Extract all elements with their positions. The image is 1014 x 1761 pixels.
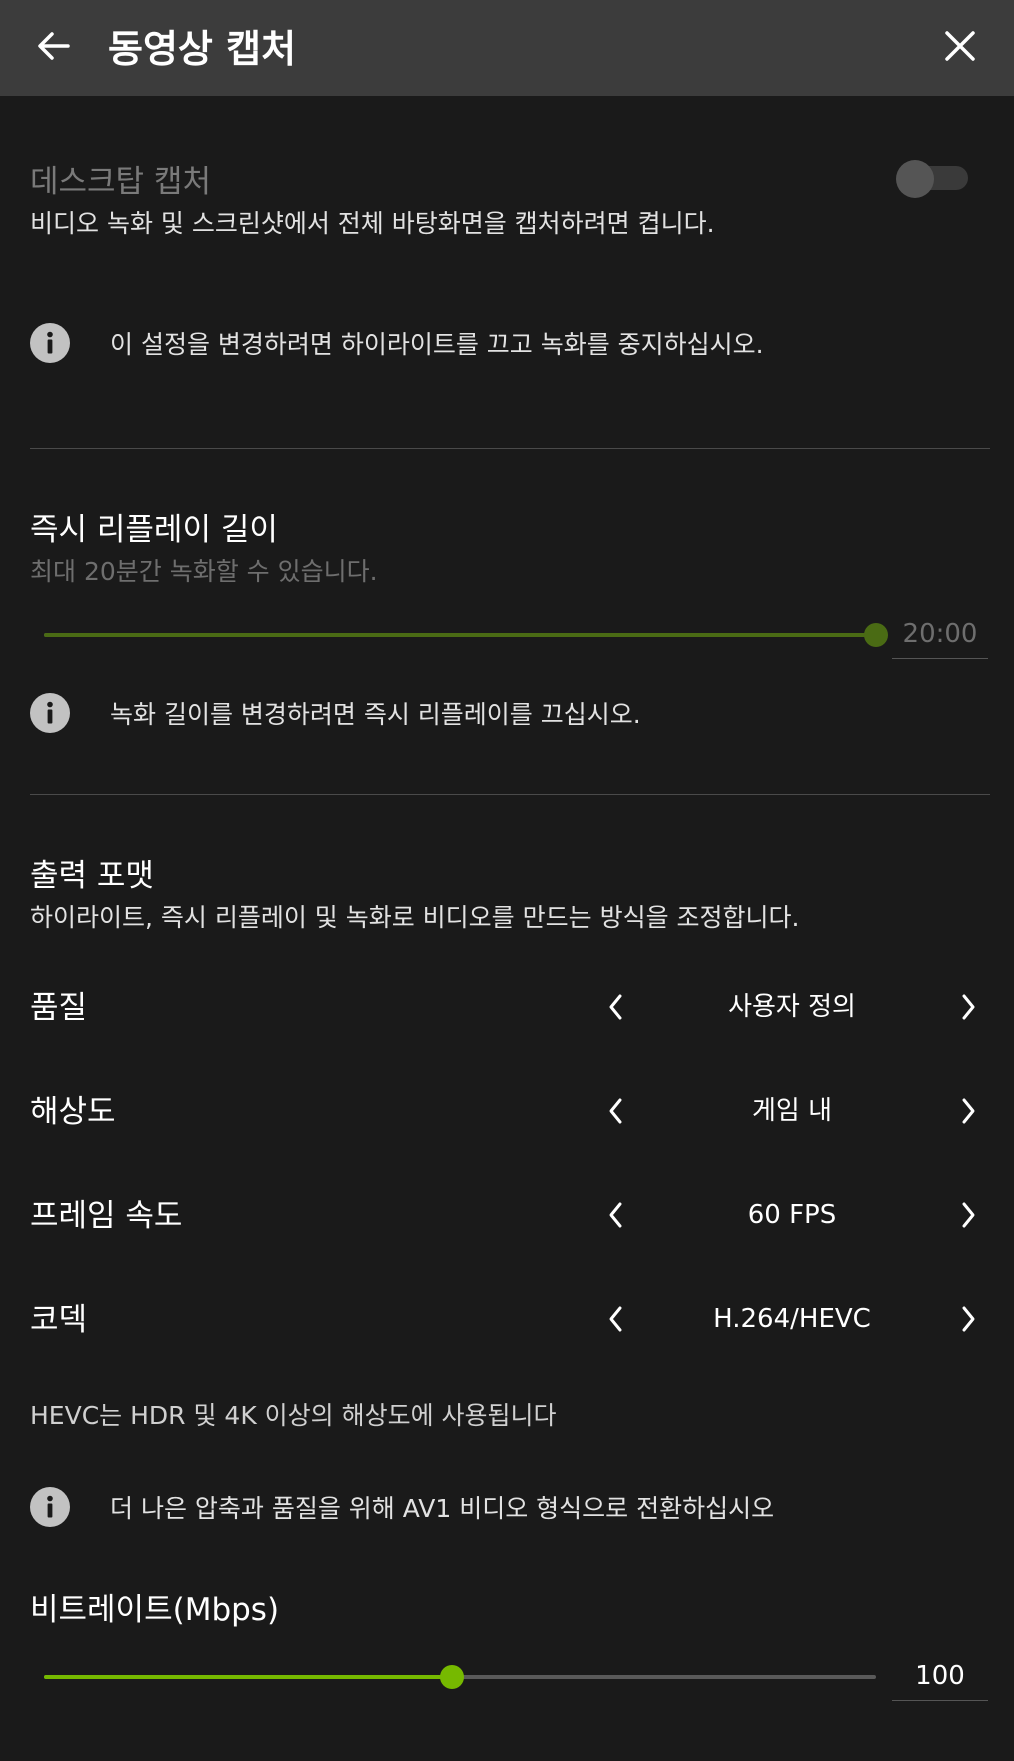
instant-replay-value[interactable]: 20:00: [892, 614, 988, 659]
instant-replay-title: 즉시 리플레이 길이: [30, 512, 278, 548]
desktop-capture-title: 데스크탑 캡처: [30, 164, 211, 200]
header-bar: 동영상 캡처: [0, 0, 1014, 96]
frame-rate-selector: 60 FPS: [596, 1185, 988, 1245]
chevron-left-icon: [609, 994, 622, 1020]
codec-info: 더 나은 압축과 품질을 위해 AV1 비디오 형식으로 전환하십시오: [30, 1487, 774, 1527]
resolution-selector: 게임 내: [596, 1081, 988, 1141]
chevron-right-icon: [962, 1202, 975, 1228]
frame-rate-value: 60 FPS: [747, 1200, 837, 1230]
chevron-left-icon: [609, 1098, 622, 1124]
codec-label: 코덱: [30, 1302, 88, 1338]
resolution-next-button[interactable]: [948, 1081, 988, 1141]
codec-selector: H.264/HEVC: [596, 1289, 988, 1349]
quality-label: 품질: [30, 990, 88, 1026]
resolution-label: 해상도: [30, 1094, 116, 1130]
slider-fill: [44, 1675, 452, 1679]
quality-prev-button[interactable]: [596, 977, 636, 1037]
codec-prev-button[interactable]: [596, 1289, 636, 1349]
page-title: 동영상 캡처: [108, 27, 297, 71]
slider-thumb[interactable]: [864, 623, 888, 647]
section-divider: [30, 448, 990, 449]
back-button[interactable]: [24, 16, 84, 76]
instant-replay-info: 녹화 길이를 변경하려면 즉시 리플레이를 끄십시오.: [30, 693, 641, 733]
frame-rate-label: 프레임 속도: [30, 1198, 183, 1234]
bitrate-value[interactable]: 100: [892, 1656, 988, 1701]
info-icon: [30, 323, 70, 363]
info-icon: [30, 693, 70, 733]
desktop-capture-info: 이 설정을 변경하려면 하이라이트를 끄고 녹화를 중지하십시오.: [30, 323, 764, 363]
frame-rate-next-button[interactable]: [948, 1185, 988, 1245]
resolution-prev-button[interactable]: [596, 1081, 636, 1141]
info-icon: [30, 1487, 70, 1527]
section-divider: [30, 794, 990, 795]
instant-replay-slider[interactable]: [44, 623, 888, 647]
resolution-value: 게임 내: [751, 1096, 833, 1126]
close-icon: [945, 31, 975, 61]
instant-replay-description: 최대 20분간 녹화할 수 있습니다.: [30, 557, 378, 586]
quality-next-button[interactable]: [948, 977, 988, 1037]
chevron-left-icon: [609, 1306, 622, 1332]
chevron-right-icon: [962, 1306, 975, 1332]
chevron-right-icon: [962, 1098, 975, 1124]
slider-thumb[interactable]: [440, 1665, 464, 1689]
bitrate-slider[interactable]: [44, 1665, 876, 1689]
quality-value: 사용자 정의: [728, 992, 856, 1022]
info-text: 녹화 길이를 변경하려면 즉시 리플레이를 끄십시오.: [110, 700, 641, 729]
output-format-title: 출력 포맷: [30, 858, 154, 894]
chevron-left-icon: [609, 1202, 622, 1228]
codec-note: HEVC는 HDR 및 4K 이상의 해상도에 사용됩니다: [30, 1401, 557, 1430]
info-text: 이 설정을 변경하려면 하이라이트를 끄고 녹화를 중지하십시오.: [110, 330, 764, 359]
slider-fill: [44, 633, 876, 637]
bitrate-title: 비트레이트(Mbps): [30, 1592, 280, 1628]
desktop-capture-description: 비디오 녹화 및 스크린샷에서 전체 바탕화면을 캡처하려면 켭니다.: [30, 209, 715, 238]
quality-selector: 사용자 정의: [596, 977, 988, 1037]
info-text: 더 나은 압축과 품질을 위해 AV1 비디오 형식으로 전환하십시오: [110, 1494, 775, 1523]
codec-value: H.264/HEVC: [713, 1304, 871, 1334]
arrow-left-icon: [38, 32, 70, 60]
chevron-right-icon: [962, 994, 975, 1020]
frame-rate-prev-button[interactable]: [596, 1185, 636, 1245]
toggle-knob: [896, 160, 934, 198]
codec-next-button[interactable]: [948, 1289, 988, 1349]
desktop-capture-toggle[interactable]: [896, 160, 968, 198]
close-button[interactable]: [930, 16, 990, 76]
output-format-description: 하이라이트, 즉시 리플레이 및 녹화로 비디오를 만드는 방식을 조정합니다.: [30, 903, 800, 932]
